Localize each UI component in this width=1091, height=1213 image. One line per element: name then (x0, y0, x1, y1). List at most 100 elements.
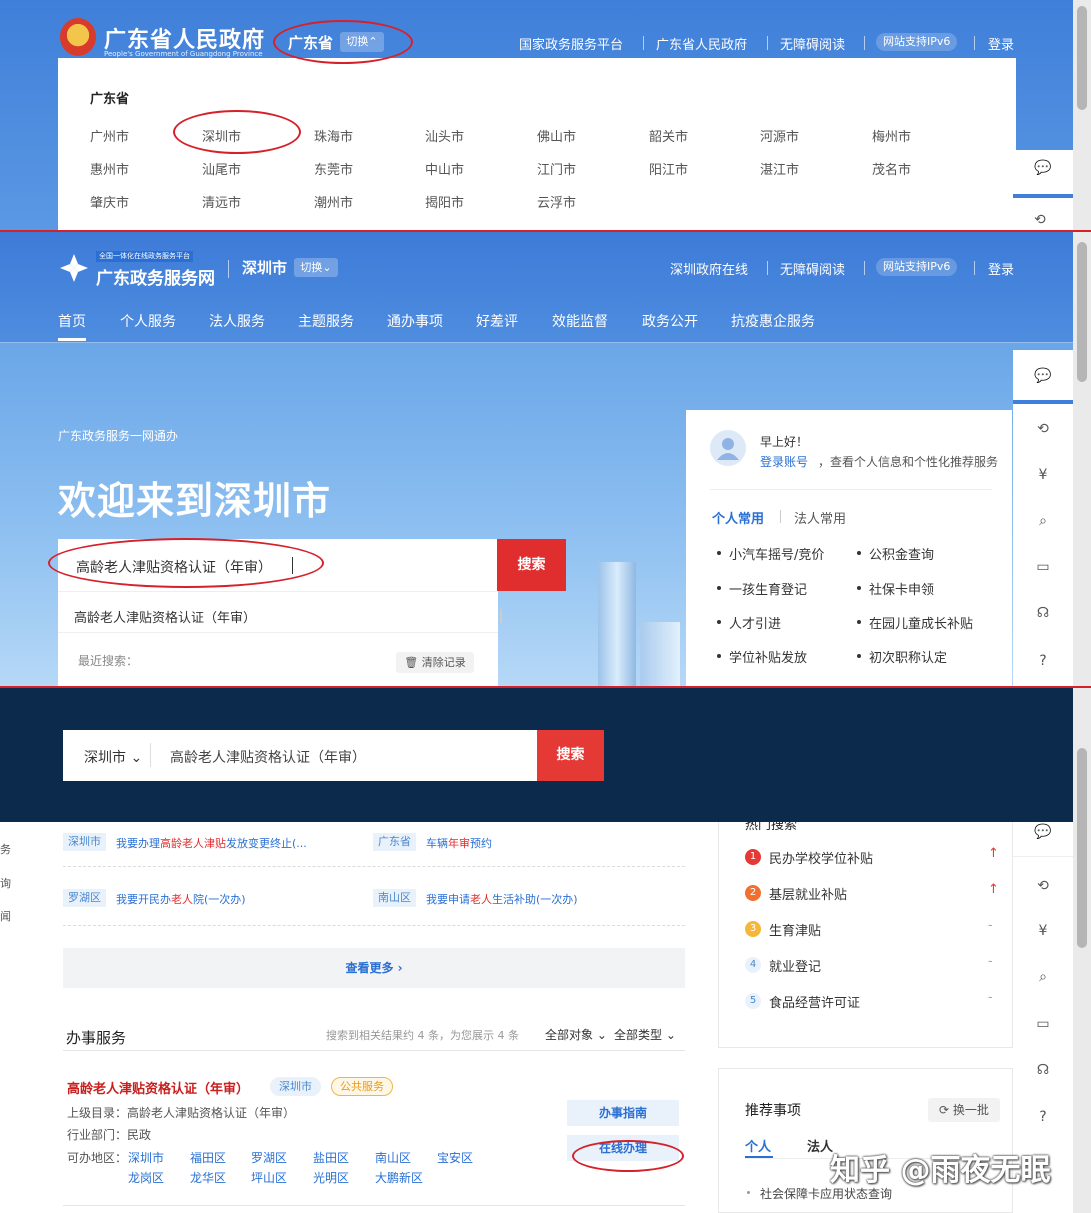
tab-personal[interactable]: 个人 (745, 1136, 771, 1155)
city-option[interactable]: 中山市 (425, 159, 464, 178)
area-link[interactable]: 深圳市 (128, 1149, 164, 1166)
fee-icon[interactable]: ¥ (1034, 466, 1052, 484)
quick-item[interactable]: 社保卡申领 (856, 579, 934, 598)
city-option[interactable]: 江门市 (537, 159, 576, 178)
current-city-label[interactable]: 深圳市 (242, 257, 287, 278)
result-link[interactable]: 我要开民办老人院(一次办) (116, 891, 246, 907)
help-icon[interactable]: ? (1034, 652, 1052, 670)
chat-icon[interactable]: 💬 (1034, 367, 1052, 385)
city-option[interactable]: 湛江市 (760, 159, 799, 178)
fee-icon[interactable]: ¥ (1034, 922, 1052, 940)
quick-item[interactable]: 在园儿童成长补贴 (856, 613, 973, 632)
result-link[interactable]: 我要申请老人生活补助(一次办) (426, 891, 578, 907)
area-link[interactable]: 福田区 (190, 1149, 226, 1166)
nav-supervision[interactable]: 效能监督 (552, 311, 608, 331)
city-option[interactable]: 肇庆市 (90, 192, 129, 211)
suggestion-scrollbar[interactable] (500, 609, 502, 623)
hot-search-item[interactable]: 就业登记 (769, 956, 821, 975)
hot-search-item[interactable]: 生育津贴 (769, 920, 821, 939)
view-more-button[interactable]: 查看更多 › (63, 948, 685, 988)
filter-object-dropdown[interactable]: 全部对象 ⌄ (545, 1026, 607, 1043)
top-nav-accessibility[interactable]: 无障碍阅读 (780, 34, 845, 53)
city-option[interactable]: 河源市 (760, 126, 799, 145)
service-item-title[interactable]: 高龄老人津贴资格认证（年审） (67, 1078, 249, 1097)
search-icon[interactable]: ⌕ (1034, 512, 1052, 530)
area-link[interactable]: 龙岗区 (128, 1169, 164, 1186)
avatar[interactable] (710, 430, 746, 466)
city-option[interactable]: 阳江市 (649, 159, 688, 178)
quick-item[interactable]: 学位补贴发放 (716, 647, 807, 666)
top-nav-national[interactable]: 国家政务服务平台 (519, 34, 623, 53)
login-account-link[interactable]: 登录账号 (760, 453, 808, 470)
quick-item[interactable]: 小汽车摇号/竞价 (716, 544, 824, 563)
scrollbar[interactable] (1073, 0, 1091, 230)
hot-search-item[interactable]: 食品经营许可证 (769, 992, 860, 1011)
headset-icon[interactable]: ☊ (1034, 1061, 1052, 1079)
city-selector[interactable]: 深圳市 ⌄ (84, 747, 142, 767)
city-option[interactable]: 广州市 (90, 126, 129, 145)
tab-personal-common[interactable]: 个人常用 (712, 508, 764, 527)
login-link[interactable]: 登录 (988, 259, 1014, 278)
help-icon[interactable]: ? (1034, 1108, 1052, 1126)
nav-corporate[interactable]: 法人服务 (209, 311, 265, 331)
city-option[interactable]: 惠州市 (90, 159, 129, 178)
area-link[interactable]: 光明区 (313, 1169, 349, 1186)
city-switch-button[interactable]: 切换⌄ (294, 258, 338, 277)
chat-icon[interactable]: 💬 (1034, 823, 1052, 841)
city-option[interactable]: 清远市 (202, 192, 241, 211)
city-option[interactable]: 云浮市 (537, 192, 576, 211)
area-link[interactable]: 南山区 (375, 1149, 411, 1166)
quick-item[interactable]: 初次职称认定 (856, 647, 947, 666)
history-icon[interactable]: ⟲ (1034, 877, 1052, 895)
headset-icon[interactable]: ☊ (1034, 604, 1052, 622)
city-option[interactable]: 茂名市 (872, 159, 911, 178)
search-button[interactable]: 搜索 (497, 539, 566, 591)
area-link[interactable]: 盐田区 (313, 1149, 349, 1166)
nav-general[interactable]: 通办事项 (387, 311, 443, 331)
nav-personal[interactable]: 个人服务 (120, 311, 176, 331)
search-button[interactable]: 搜索 (537, 730, 604, 781)
top-nav-province-gov[interactable]: 广东省人民政府 (656, 34, 747, 53)
city-option[interactable]: 珠海市 (314, 126, 353, 145)
quick-item[interactable]: 人才引进 (716, 613, 781, 632)
scrollbar[interactable] (1073, 688, 1091, 1213)
area-link[interactable]: 罗湖区 (251, 1149, 287, 1166)
city-option[interactable]: 汕头市 (425, 126, 464, 145)
area-link[interactable]: 宝安区 (437, 1149, 473, 1166)
city-option[interactable]: 佛山市 (537, 126, 576, 145)
top-nav-accessibility[interactable]: 无障碍阅读 (780, 259, 845, 278)
history-icon[interactable]: ⟲ (1034, 212, 1046, 228)
service-guide-button[interactable]: 办事指南 (567, 1100, 679, 1126)
feedback-icon[interactable]: ▭ (1034, 1015, 1052, 1033)
top-nav-sz-gov[interactable]: 深圳政府在线 (670, 259, 748, 278)
login-link[interactable]: 登录 (988, 34, 1014, 53)
nav-home[interactable]: 首页 (58, 311, 86, 331)
refresh-button[interactable]: ⟳ 换一批 (928, 1098, 1000, 1122)
quick-item[interactable]: 一孩生育登记 (716, 579, 807, 598)
area-link[interactable]: 大鹏新区 (375, 1169, 423, 1186)
suggestion-item[interactable]: 高龄老人津贴资格认证（年审） (74, 607, 256, 626)
result-link[interactable]: 车辆年审预约 (426, 835, 492, 851)
city-option[interactable]: 韶关市 (649, 126, 688, 145)
city-option[interactable]: 揭阳市 (425, 192, 464, 211)
feedback-icon[interactable]: ▭ (1034, 558, 1052, 576)
tab-corporate-common[interactable]: 法人常用 (794, 508, 846, 527)
nav-rating[interactable]: 好差评 (476, 311, 518, 331)
area-link[interactable]: 坪山区 (251, 1169, 287, 1186)
nav-disclosure[interactable]: 政务公开 (642, 311, 698, 331)
city-option[interactable]: 东莞市 (314, 159, 353, 178)
quick-item[interactable]: 公积金查询 (856, 544, 934, 563)
nav-theme[interactable]: 主题服务 (298, 311, 354, 331)
city-option[interactable]: 梅州市 (872, 126, 911, 145)
scrollbar-thumb[interactable] (1077, 6, 1087, 110)
area-link[interactable]: 龙华区 (190, 1169, 226, 1186)
city-option[interactable]: 汕尾市 (202, 159, 241, 178)
hot-search-item[interactable]: 民办学校学位补贴 (769, 848, 873, 867)
scrollbar-thumb[interactable] (1077, 748, 1087, 948)
search-icon[interactable]: ⌕ (1034, 968, 1052, 986)
chat-icon[interactable]: 💬 (1034, 160, 1051, 176)
result-link[interactable]: 我要办理高龄老人津贴发放变更终止(... (116, 835, 307, 851)
city-option[interactable]: 潮州市 (314, 192, 353, 211)
clear-history-button[interactable]: 🗑 清除记录 (396, 652, 474, 673)
nav-covid-services[interactable]: 抗疫惠企服务 (731, 311, 815, 331)
